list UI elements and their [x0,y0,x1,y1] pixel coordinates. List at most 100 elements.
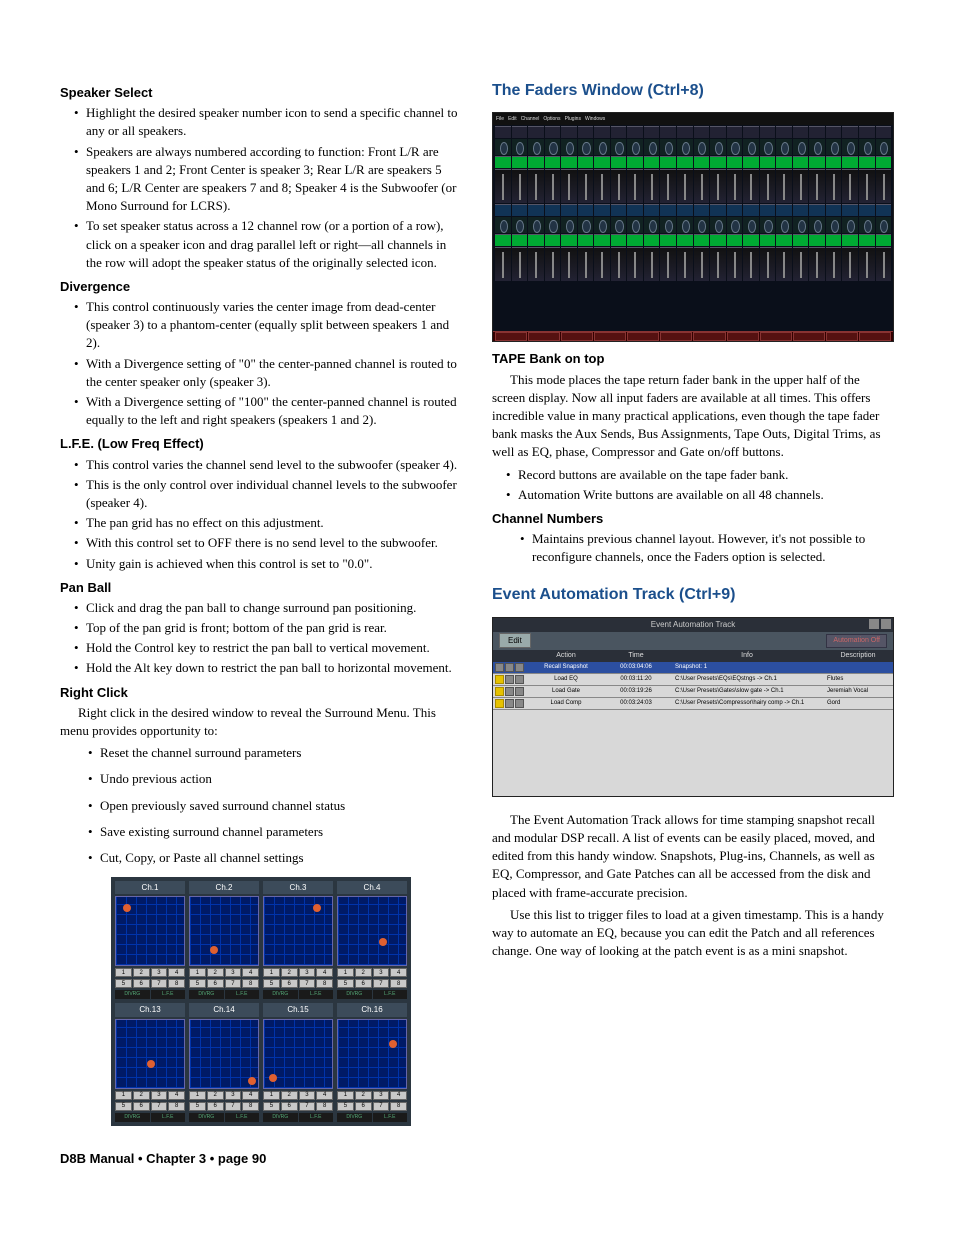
surround-channel: Ch.1512345678DIVRGL.F.E [263,1003,333,1121]
pan-grid[interactable] [263,896,333,966]
table-row[interactable]: Load Comp00:03:24:03C:\User Presets\Comp… [493,698,893,710]
col-action: Action [531,651,601,661]
col-desc: Description [823,651,893,661]
eat-columns: Action Time Info Description [493,650,893,662]
surround-channel: Ch.212345678DIVRGL.F.E [189,881,259,999]
eat-title-text: Event Automation Track [651,619,736,630]
faders-window-screenshot: FileEditChannelOptionsPluginsWindows [492,112,894,342]
eat-paragraph-1: The Event Automation Track allows for ti… [492,811,894,902]
speaker-select-row: 1234 [337,1091,407,1100]
eat-body: Recall Snapshot00:03:04:06Snapshot: 1Loa… [493,662,893,796]
pan-grid[interactable] [189,896,259,966]
surround-channel: Ch.312345678DIVRGL.F.E [263,881,333,999]
eat-toolbar: Edit Automation Off [493,632,893,650]
speaker-select-row: 5678 [115,1102,185,1111]
channel-label: Ch.13 [115,1003,185,1016]
speaker-select-row: 5678 [115,979,185,988]
channel-label: Ch.15 [263,1003,333,1016]
eat-titlebar: Event Automation Track [493,618,893,632]
list-item: With a Divergence setting of "0" the cen… [74,355,462,391]
right-column: The Faders Window (Ctrl+8) FileEditChann… [492,80,894,1126]
list-item: Maintains previous channel layout. Howev… [520,530,894,566]
channel-label: Ch.14 [189,1003,259,1016]
automation-toggle[interactable]: Automation Off [826,634,887,648]
edit-button[interactable]: Edit [499,633,531,648]
heading-event-automation: Event Automation Track (Ctrl+9) [492,584,894,606]
list-item: Reset the channel surround parameters [88,744,462,762]
page-columns: Speaker Select Highlight the desired spe… [60,80,894,1126]
channel-label: Ch.3 [263,881,333,894]
page-footer: D8B Manual • Chapter 3 • page 90 [60,1150,894,1168]
speaker-select-row: 1234 [115,968,185,977]
lfe-list: This control varies the channel send lev… [60,456,462,573]
list-item: Save existing surround channel parameter… [88,823,462,841]
surround-channel: Ch.412345678DIVRGL.F.E [337,881,407,999]
list-item: To set speaker status across a 12 channe… [74,217,462,272]
table-row[interactable]: Load EQ00:03:11:20C:\User Presets\EQs\EQ… [493,674,893,686]
pan-grid[interactable] [115,1019,185,1089]
pan-grid[interactable] [115,896,185,966]
list-item: Automation Write buttons are available o… [506,486,894,504]
speaker-select-row: 5678 [263,1102,333,1111]
channel-label: Ch.2 [189,881,259,894]
pan-grid[interactable] [189,1019,259,1089]
heading-faders-window: The Faders Window (Ctrl+8) [492,80,894,102]
left-column: Speaker Select Highlight the desired spe… [60,80,462,1126]
chnum-list: Maintains previous channel layout. Howev… [492,530,894,566]
table-row[interactable]: Load Gate00:03:19:26C:\User Presets\Gate… [493,686,893,698]
col-time: Time [601,651,671,661]
eat-paragraph-2: Use this list to trigger files to load a… [492,906,894,961]
heading-tape-bank: TAPE Bank on top [492,350,894,368]
speaker-select-row: 1234 [337,968,407,977]
speaker-select-row: 5678 [189,1102,259,1111]
heading-panball: Pan Ball [60,579,462,597]
event-automation-screenshot: Event Automation Track Edit Automation O… [492,617,894,797]
channel-label: Ch.16 [337,1003,407,1016]
list-item: Record buttons are available on the tape… [506,466,894,484]
heading-divergence: Divergence [60,278,462,296]
surround-pan-screenshot: Ch.112345678DIVRGL.F.ECh.212345678DIVRGL… [111,877,411,1125]
speaker-select-row: 5678 [337,1102,407,1111]
surround-channel: Ch.1312345678DIVRGL.F.E [115,1003,185,1121]
pan-grid[interactable] [337,896,407,966]
tape-paragraph: This mode places the tape return fader b… [492,371,894,462]
speaker-select-row: 5678 [337,979,407,988]
channel-label: Ch.4 [337,881,407,894]
list-item: Speakers are always numbered according t… [74,143,462,216]
heading-lfe: L.F.E. (Low Freq Effect) [60,435,462,453]
heading-rightclick: Right Click [60,684,462,702]
speaker-select-row: 1234 [189,1091,259,1100]
table-row[interactable]: Recall Snapshot00:03:04:06Snapshot: 1 [493,662,893,674]
list-item: With a Divergence setting of "100" the c… [74,393,462,429]
speaker-select-row: 1234 [115,1091,185,1100]
faders-menubar: FileEditChannelOptionsPluginsWindows [493,113,893,125]
heading-speaker-select: Speaker Select [60,84,462,102]
channel-label: Ch.1 [115,881,185,894]
surround-channel: Ch.1412345678DIVRGL.F.E [189,1003,259,1121]
list-item: Hold the Alt key down to restrict the pa… [74,659,462,677]
speaker-select-row: 1234 [263,1091,333,1100]
list-item: Hold the Control key to restrict the pan… [74,639,462,657]
list-item: Click and drag the pan ball to change su… [74,599,462,617]
list-item: Undo previous action [88,770,462,788]
pan-grid[interactable] [337,1019,407,1089]
list-item: Top of the pan grid is front; bottom of … [74,619,462,637]
tape-list: Record buttons are available on the tape… [492,466,894,504]
divergence-list: This control continuously varies the cen… [60,298,462,429]
rightclick-intro: Right click in the desired window to rev… [60,704,462,740]
panball-list: Click and drag the pan ball to change su… [60,599,462,678]
pan-grid[interactable] [263,1019,333,1089]
heading-channel-numbers: Channel Numbers [492,510,894,528]
list-item: Cut, Copy, or Paste all channel settings [88,849,462,867]
speaker-select-row: 1234 [189,968,259,977]
speaker-select-row: 5678 [189,979,259,988]
col-info: Info [671,651,823,661]
list-item: The pan grid has no effect on this adjus… [74,514,462,532]
list-item: This is the only control over individual… [74,476,462,512]
speaker-select-row: 1234 [263,968,333,977]
surround-channel: Ch.112345678DIVRGL.F.E [115,881,185,999]
speaker-select-row: 5678 [263,979,333,988]
list-item: With this control set to OFF there is no… [74,534,462,552]
window-buttons [869,619,891,629]
list-item: Open previously saved surround channel s… [88,797,462,815]
